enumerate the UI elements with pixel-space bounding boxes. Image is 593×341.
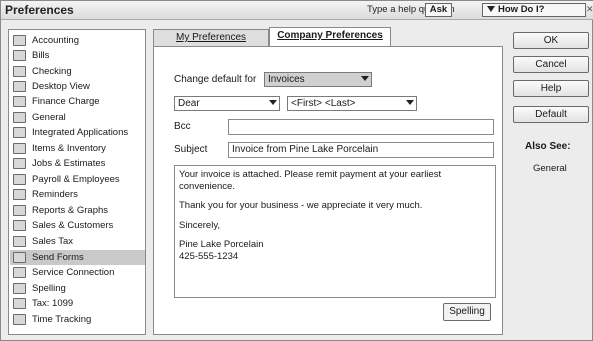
sidebar-item-label: Items & Inventory [32, 143, 106, 154]
change-default-value: Invoices [268, 74, 305, 85]
help-button[interactable]: Help [513, 80, 589, 97]
company-preferences-panel: Change default for Invoices Dear <First>… [153, 46, 503, 335]
sidebar-item-tax-1099[interactable]: Tax: 1099 [10, 296, 145, 311]
sidebar-item-label: Payroll & Employees [32, 174, 120, 185]
sidebar-item-finance-charge[interactable]: Finance Charge [10, 94, 145, 109]
service-connection-icon [13, 267, 26, 278]
sidebar-item-sales-customers[interactable]: Sales & Customers [10, 218, 145, 233]
sidebar-item-label: Tax: 1099 [32, 298, 74, 309]
how-do-i-label: How Do I? [498, 4, 545, 15]
sidebar-item-label: Desktop View [32, 81, 90, 92]
sidebar-item-items-inventory[interactable]: Items & Inventory [10, 141, 145, 156]
sidebar-item-time-tracking[interactable]: Time Tracking [10, 312, 145, 327]
sidebar-item-accounting[interactable]: Accounting [10, 33, 145, 48]
greeting-select[interactable]: Dear [174, 96, 280, 111]
sidebar-item-reminders[interactable]: Reminders [10, 187, 145, 202]
sidebar-item-label: Accounting [32, 35, 80, 46]
sidebar-item-integrated-applications[interactable]: Integrated Applications [10, 125, 145, 140]
message-line: Sincerely, [179, 219, 221, 231]
sidebar-item-label: Spelling [32, 283, 66, 294]
chevron-down-icon [269, 100, 277, 105]
message-line: Pine Lake Porcelain [179, 239, 264, 250]
bcc-field[interactable] [228, 119, 494, 135]
sidebar-item-label: Sales Tax [32, 236, 74, 247]
integrated-applications-icon [13, 127, 26, 138]
title-bar: Preferences Type a help question Ask How… [1, 1, 593, 20]
close-icon[interactable]: ✕ [586, 4, 593, 15]
default-button[interactable]: Default [513, 106, 589, 123]
tab-my-preferences[interactable]: My Preferences [153, 29, 269, 46]
also-see-heading: Also See: [525, 141, 571, 152]
sidebar-item-label: Integrated Applications [32, 127, 129, 138]
sidebar-item-checking[interactable]: Checking [10, 64, 145, 79]
message-textarea[interactable]: Your invoice is attached. Please remit p… [174, 165, 496, 298]
message-line: Thank you for your business - we appreci… [179, 200, 423, 211]
tax-1099-icon [13, 298, 26, 309]
sidebar-item-payroll-employees[interactable]: Payroll & Employees [10, 172, 145, 187]
accounting-icon [13, 35, 26, 46]
cancel-button[interactable]: Cancel [513, 56, 589, 73]
sales-tax-icon [13, 236, 26, 247]
greeting-value: Dear [178, 98, 200, 109]
sidebar-item-label: Reports & Graphs [32, 205, 109, 216]
sidebar-item-reports-graphs[interactable]: Reports & Graphs [10, 203, 145, 218]
sidebar-item-label: Checking [32, 66, 72, 77]
sidebar-item-jobs-estimates[interactable]: Jobs & Estimates [10, 156, 145, 171]
sidebar-item-label: Service Connection [32, 267, 115, 278]
general-icon [13, 112, 26, 123]
chevron-down-icon [361, 76, 369, 81]
sidebar-item-send-forms[interactable]: Send Forms [10, 250, 145, 265]
sidebar-item-label: Sales & Customers [32, 220, 114, 231]
bills-icon [13, 50, 26, 61]
desktop-view-icon [13, 81, 26, 92]
spelling-button[interactable]: Spelling [443, 303, 491, 321]
send-forms-icon [13, 252, 26, 263]
message-line: 425-555-1234 [179, 250, 239, 262]
sidebar-item-desktop-view[interactable]: Desktop View [10, 79, 145, 94]
ask-button[interactable]: Ask [425, 3, 452, 17]
bcc-label: Bcc [174, 121, 191, 132]
sidebar-item-spelling[interactable]: Spelling [10, 281, 145, 296]
spelling-icon [13, 283, 26, 294]
reports-graphs-icon [13, 205, 26, 216]
preferences-category-list: Accounting Bills Checking Desktop View F… [8, 29, 146, 335]
sidebar-item-label: Finance Charge [32, 96, 100, 107]
subject-field[interactable]: Invoice from Pine Lake Porcelain [228, 142, 494, 158]
sidebar-item-general[interactable]: General [10, 110, 145, 125]
how-do-i-button[interactable]: How Do I? [482, 3, 586, 17]
checking-icon [13, 66, 26, 77]
tab-company-preferences[interactable]: Company Preferences [269, 27, 391, 46]
window-title: Preferences [5, 3, 74, 17]
sidebar-item-label: Bills [32, 50, 50, 61]
finance-charge-icon [13, 96, 26, 107]
tab-label: My Preferences [175, 32, 247, 43]
sales-customers-icon [13, 220, 26, 231]
dropdown-arrow-icon [487, 6, 495, 13]
payroll-employees-icon [13, 174, 26, 185]
time-tracking-icon [13, 314, 26, 325]
name-format-select[interactable]: <First> <Last> [287, 96, 417, 111]
reminders-icon [13, 189, 26, 200]
chevron-down-icon [406, 100, 414, 105]
message-line: Your invoice is attached. Please remit p… [179, 169, 442, 192]
preferences-window: Preferences Type a help question Ask How… [0, 0, 593, 341]
sidebar-item-service-connection[interactable]: Service Connection [10, 265, 145, 280]
also-see-link-general[interactable]: General [533, 163, 567, 174]
items-inventory-icon [13, 143, 26, 154]
tab-label: Company Preferences [277, 30, 383, 41]
ok-button[interactable]: OK [513, 32, 589, 49]
sidebar-item-label: Jobs & Estimates [32, 158, 106, 169]
sidebar-item-label: Time Tracking [32, 314, 92, 325]
subject-label: Subject [174, 144, 208, 155]
jobs-estimates-icon [13, 158, 26, 169]
sidebar-item-sales-tax[interactable]: Sales Tax [10, 234, 145, 249]
change-default-select[interactable]: Invoices [264, 72, 372, 87]
sidebar-item-bills[interactable]: Bills [10, 48, 145, 63]
change-default-label: Change default for [174, 74, 257, 85]
sidebar-item-label: General [32, 112, 66, 123]
sidebar-item-label: Send Forms [32, 252, 84, 263]
sidebar-item-label: Reminders [32, 189, 78, 200]
name-format-value: <First> <Last> [291, 98, 356, 109]
